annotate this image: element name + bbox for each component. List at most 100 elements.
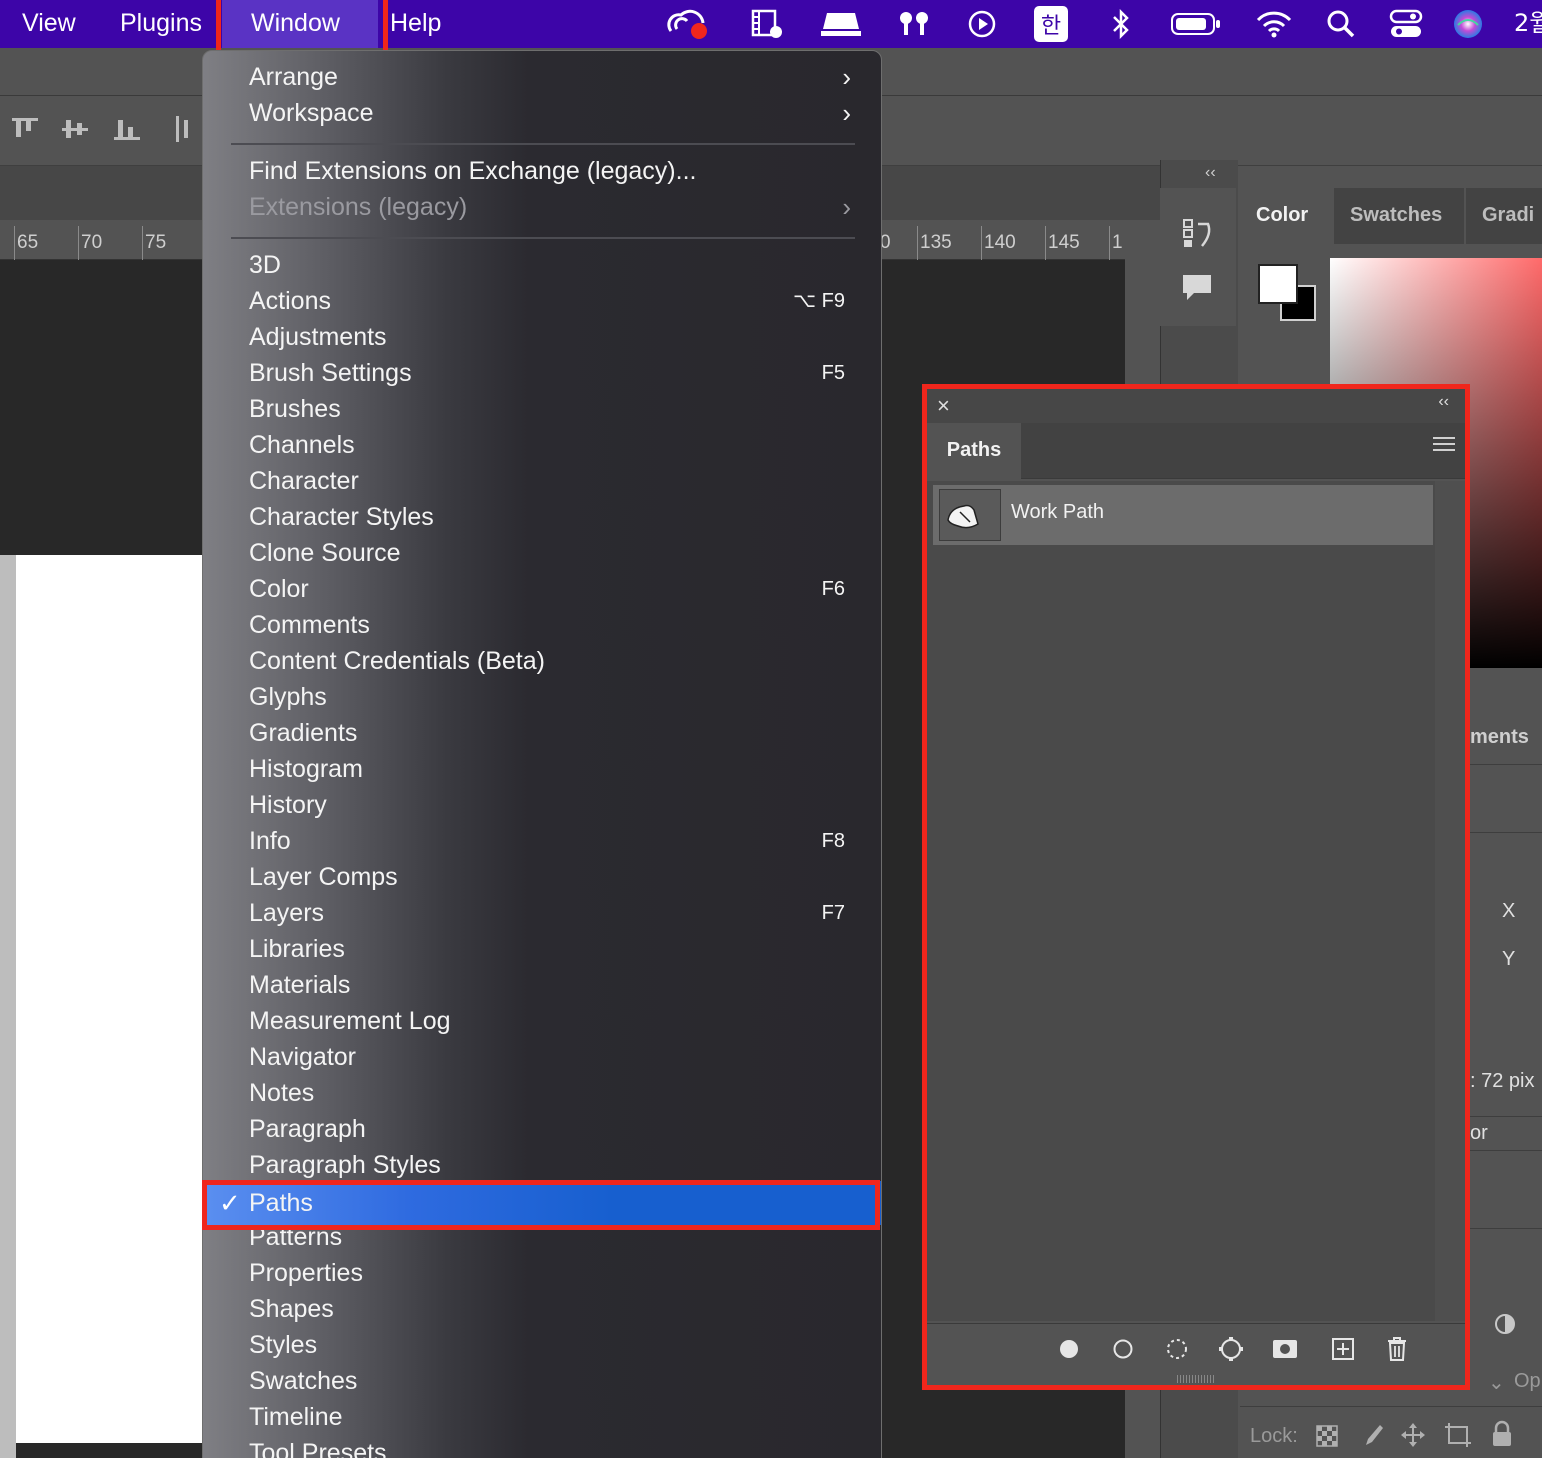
menu-item-adjustments[interactable]: Adjustments xyxy=(203,319,881,355)
airpods-icon[interactable] xyxy=(896,6,932,42)
make-work-path-button[interactable] xyxy=(1217,1335,1245,1363)
collapse-icon[interactable]: ‹‹ xyxy=(1438,393,1449,411)
menu-item-properties[interactable]: Properties xyxy=(203,1255,881,1291)
new-path-button[interactable] xyxy=(1329,1335,1357,1363)
menu-item-channels[interactable]: Channels xyxy=(203,427,881,463)
delete-path-button[interactable] xyxy=(1383,1335,1411,1363)
menu-item-layer-comps[interactable]: Layer Comps xyxy=(203,859,881,895)
resize-grip[interactable] xyxy=(1177,1375,1215,1383)
spotlight-search-icon[interactable] xyxy=(1326,6,1356,42)
path-thumbnail-icon xyxy=(947,504,979,529)
menu-item-libraries[interactable]: Libraries xyxy=(203,931,881,967)
menu-item-brushes[interactable]: Brushes xyxy=(203,391,881,427)
menu-item-info[interactable]: Info F8 xyxy=(203,823,881,859)
menu-help[interactable]: Help xyxy=(390,0,441,48)
fill-path-button[interactable] xyxy=(1055,1335,1083,1363)
history-panel-icon[interactable] xyxy=(1180,216,1216,252)
align-top-edges-icon[interactable] xyxy=(10,114,40,144)
menu-item-glyphs[interactable]: Glyphs xyxy=(203,679,881,715)
menu-item-layers[interactable]: Layers F7 xyxy=(203,895,881,931)
menu-item-label: Comments xyxy=(249,611,370,639)
paths-list[interactable] xyxy=(927,481,1465,1321)
menu-item-navigator[interactable]: Navigator xyxy=(203,1039,881,1075)
menu-item-paragraph[interactable]: Paragraph xyxy=(203,1111,881,1147)
wifi-icon[interactable] xyxy=(1256,6,1292,42)
lock-position-icon[interactable] xyxy=(1400,1422,1426,1448)
menu-view[interactable]: View xyxy=(22,0,76,48)
panel-title-bar[interactable] xyxy=(927,389,1465,423)
align-vertical-centers-icon[interactable] xyxy=(60,114,90,144)
lock-image-pixels-icon[interactable] xyxy=(1360,1423,1384,1449)
menu-item-comments[interactable]: Comments xyxy=(203,607,881,643)
menu-item-styles[interactable]: Styles xyxy=(203,1327,881,1363)
panel-menu-icon[interactable] xyxy=(1433,437,1455,455)
resolution-text: : 72 pix xyxy=(1470,1070,1535,1092)
ruler-tick xyxy=(14,226,15,260)
tab-adjustments-partial[interactable]: ments xyxy=(1470,726,1529,749)
creative-cloud-icon[interactable] xyxy=(664,6,710,42)
menu-item-histogram[interactable]: Histogram xyxy=(203,751,881,787)
bluetooth-icon[interactable] xyxy=(1108,6,1134,42)
menu-item-3d[interactable]: 3D xyxy=(203,247,881,283)
siri-icon[interactable] xyxy=(1452,6,1484,42)
opacity-icon[interactable] xyxy=(1494,1313,1516,1335)
ruler-label: 135 xyxy=(920,232,952,253)
comments-panel-icon[interactable] xyxy=(1180,272,1214,304)
path-row-work-path[interactable]: Work Path xyxy=(933,485,1433,545)
menu-item-color[interactable]: Color F6 xyxy=(203,571,881,607)
menu-item-gradients[interactable]: Gradients xyxy=(203,715,881,751)
foreground-color-swatch[interactable] xyxy=(1258,264,1298,304)
dropdown-chevron-icon[interactable]: ⌄ xyxy=(1488,1370,1505,1395)
menu-item-arrange[interactable]: Arrange › xyxy=(203,59,881,95)
menu-item-workspace[interactable]: Workspace › xyxy=(203,95,881,131)
document-canvas[interactable] xyxy=(16,555,202,1443)
menu-item-clone-source[interactable]: Clone Source xyxy=(203,535,881,571)
display-icon[interactable] xyxy=(818,6,864,42)
add-mask-button[interactable] xyxy=(1271,1335,1299,1363)
menu-item-label: Actions xyxy=(249,287,331,315)
menu-item-measurement-log[interactable]: Measurement Log xyxy=(203,1003,881,1039)
menu-item-notes[interactable]: Notes xyxy=(203,1075,881,1111)
tab-color[interactable]: Color xyxy=(1240,188,1332,244)
lock-all-icon[interactable] xyxy=(1490,1420,1514,1448)
paths-list-scrollbar[interactable] xyxy=(1435,481,1465,1321)
menu-item-character[interactable]: Character xyxy=(203,463,881,499)
lock-artboard-icon[interactable] xyxy=(1444,1423,1472,1447)
menu-plugins[interactable]: Plugins xyxy=(120,0,202,48)
play-icon[interactable] xyxy=(966,6,998,42)
tab-paths[interactable]: Paths xyxy=(927,423,1021,479)
screen-recorder-icon[interactable] xyxy=(750,6,784,42)
align-left-edges-icon[interactable] xyxy=(172,114,202,144)
menu-item-tool-presets[interactable]: Tool Presets xyxy=(203,1435,881,1458)
menu-item-label: Paragraph xyxy=(249,1115,366,1143)
menu-window[interactable]: Window xyxy=(251,0,340,48)
tab-swatches[interactable]: Swatches xyxy=(1334,188,1464,244)
divider xyxy=(1470,832,1542,833)
menu-item-paragraph-styles[interactable]: Paragraph Styles xyxy=(203,1147,881,1183)
menu-item-patterns[interactable]: Patterns xyxy=(203,1219,881,1255)
battery-icon[interactable] xyxy=(1170,6,1222,42)
menu-item-brush-settings[interactable]: Brush Settings F5 xyxy=(203,355,881,391)
load-as-selection-button[interactable] xyxy=(1163,1335,1191,1363)
path-thumbnail xyxy=(939,489,1001,541)
menu-item-shapes[interactable]: Shapes xyxy=(203,1291,881,1327)
menu-item-paths[interactable]: ✓ Paths xyxy=(203,1185,881,1221)
close-icon[interactable]: × xyxy=(937,393,950,419)
menu-item-history[interactable]: History xyxy=(203,787,881,823)
menu-item-character-styles[interactable]: Character Styles xyxy=(203,499,881,535)
korean-input-icon[interactable]: 한 xyxy=(1034,6,1068,42)
collapse-panels-icon[interactable]: ‹‹ xyxy=(1205,164,1216,182)
menubar-clock[interactable]: 2월 xyxy=(1514,0,1542,48)
control-center-icon[interactable] xyxy=(1388,6,1424,42)
menu-item-timeline[interactable]: Timeline xyxy=(203,1399,881,1435)
menu-item-extensions-legacy: Extensions (legacy) › xyxy=(203,189,881,225)
menu-item-swatches[interactable]: Swatches xyxy=(203,1363,881,1399)
align-bottom-edges-icon[interactable] xyxy=(112,114,142,144)
stroke-path-button[interactable] xyxy=(1109,1335,1137,1363)
tab-gradients[interactable]: Gradi xyxy=(1466,188,1542,244)
lock-transparent-pixels-icon[interactable] xyxy=(1316,1425,1338,1447)
menu-item-actions[interactable]: Actions ⌥ F9 xyxy=(203,283,881,319)
menu-item-materials[interactable]: Materials xyxy=(203,967,881,1003)
menu-item-find-extensions-on-exchange-legacy[interactable]: Find Extensions on Exchange (legacy)... xyxy=(203,153,881,189)
menu-item-content-credentials-beta[interactable]: Content Credentials (Beta) xyxy=(203,643,881,679)
